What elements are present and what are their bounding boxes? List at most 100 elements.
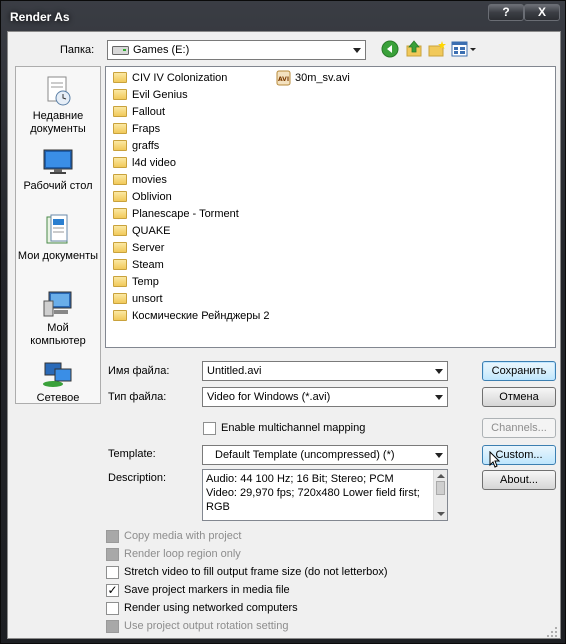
file-list[interactable]: CIV IV Colonization Evil Genius Fallout … <box>105 66 556 348</box>
template-dropdown[interactable]: Default Template (uncompressed) (*) <box>202 445 448 465</box>
folder-icon <box>113 208 127 219</box>
folder-name: Космические Рейнджеры 2 <box>132 310 270 322</box>
channels-button[interactable]: Channels... <box>482 418 556 438</box>
folder-icon <box>113 106 127 117</box>
folder-name: Evil Genius <box>132 89 188 101</box>
folder-icon <box>113 191 127 202</box>
option-label: Stretch video to fill output frame size … <box>124 566 388 578</box>
scroll-thumb[interactable] <box>436 481 445 495</box>
folder-name: Temp <box>132 276 159 288</box>
template-label: Template: <box>108 448 156 460</box>
title-bar[interactable]: Render As ? X <box>1 1 566 31</box>
place-desktop[interactable]: Рабочий стол <box>16 147 100 193</box>
save-button[interactable]: Сохранить <box>482 361 556 381</box>
my-computer-icon <box>43 291 72 317</box>
help-button[interactable]: ? <box>488 4 524 21</box>
cancel-button[interactable]: Отмена <box>482 387 556 407</box>
chevron-down-icon <box>435 395 443 400</box>
chevron-down-icon <box>435 453 443 458</box>
places-sidebar: Недавние документы Рабочий стол Мои доку… <box>15 66 101 404</box>
folder-icon <box>113 259 127 270</box>
network-icon <box>43 362 72 387</box>
folder-name: movies <box>132 174 167 186</box>
folder-name: l4d video <box>132 157 177 169</box>
my-documents-icon <box>46 214 68 244</box>
chevron-down-icon <box>435 369 443 374</box>
place-label: Мой <box>47 322 69 334</box>
option-label: Render using networked computers <box>124 602 298 614</box>
place-recent-documents[interactable]: Недавние документы <box>16 75 100 136</box>
template-value: Default Template (uncompressed) (*) <box>215 449 395 461</box>
folder-name: Fallout <box>132 106 166 118</box>
place-my-documents[interactable]: Мои документы <box>16 213 100 263</box>
place-network[interactable]: Сетевое <box>16 359 100 405</box>
folder-name: QUAKE <box>132 225 171 237</box>
filetype-dropdown[interactable]: Video for Windows (*.avi) <box>202 387 448 407</box>
description-scrollbar[interactable] <box>433 470 447 520</box>
location-dropdown[interactable]: Games (E:) <box>107 40 366 60</box>
place-label: компьютер <box>30 335 86 347</box>
checkbox-box[interactable] <box>106 548 119 561</box>
checkbox-box[interactable] <box>106 566 119 579</box>
folder-icon <box>113 242 127 253</box>
folder-icon <box>113 72 127 83</box>
checkbox-box[interactable] <box>203 422 216 435</box>
avi-badge: AVI <box>278 76 289 83</box>
dialog-client-area: Папка: Games (E:) Недавние документы Раб… <box>7 31 561 639</box>
about-button[interactable]: About... <box>482 470 556 490</box>
folder-icon <box>113 140 127 151</box>
window-title: Render As <box>10 10 70 24</box>
folder-name: Fraps <box>132 123 161 135</box>
avi-file-icon: AVI <box>276 70 291 86</box>
filename-value: Untitled.avi <box>207 365 262 377</box>
place-label: Недавние <box>32 110 84 122</box>
location-label: Папка: <box>60 44 95 56</box>
new-folder-icon[interactable] <box>428 40 446 58</box>
chevron-down-icon <box>353 48 361 53</box>
desktop-icon <box>43 149 73 174</box>
folder-name: CIV IV Colonization <box>132 72 228 84</box>
resize-grip-icon[interactable] <box>546 626 558 638</box>
close-button[interactable]: X <box>524 4 560 21</box>
checkbox-box[interactable]: ✓ <box>106 584 119 597</box>
dialog-window: Render As ? X Папка: Games (E:) Недавние… <box>0 0 566 644</box>
folder-icon <box>113 310 127 321</box>
multichannel-label: Enable multichannel mapping <box>221 422 366 434</box>
filename-label: Имя файла: <box>108 365 170 377</box>
scroll-down-icon[interactable] <box>437 511 445 517</box>
folder-icon <box>113 225 127 236</box>
option-label: Save project markers in media file <box>124 584 290 596</box>
folder-name: Steam <box>132 259 164 271</box>
location-value: Games (E:) <box>133 44 190 56</box>
filetype-label: Тип файла: <box>108 391 167 403</box>
folder-icon <box>113 293 127 304</box>
option-label: Copy media with project <box>124 530 242 542</box>
filename-input[interactable]: Untitled.avi <box>202 361 448 381</box>
checkbox-box[interactable] <box>106 620 119 633</box>
description-box[interactable]: Audio: 44 100 Hz; 16 Bit; Stereo; PCM Vi… <box>202 469 448 521</box>
folder-icon <box>113 123 127 134</box>
back-icon[interactable] <box>381 40 399 58</box>
folder-icon <box>113 174 127 185</box>
folder-name: Oblivion <box>132 191 172 203</box>
scroll-up-icon[interactable] <box>437 473 445 479</box>
option-label: Use project output rotation setting <box>124 620 289 632</box>
folder-name: unsort <box>132 293 163 305</box>
up-folder-icon[interactable] <box>405 40 423 58</box>
place-label: документы <box>30 123 86 135</box>
folder-name: Server <box>132 242 165 254</box>
mouse-cursor-icon <box>489 451 501 468</box>
view-menu-icon[interactable] <box>451 40 477 58</box>
option-label: Render loop region only <box>124 548 241 560</box>
place-label: Рабочий стол <box>23 180 93 192</box>
place-my-computer[interactable]: Мой компьютер <box>16 289 100 348</box>
checkbox-box[interactable] <box>106 530 119 543</box>
description-label: Description: <box>108 472 167 484</box>
checkbox-box[interactable] <box>106 602 119 615</box>
description-line: Video: 29,970 fps; 720x480 Lower field f… <box>206 487 420 499</box>
drive-icon <box>112 46 129 55</box>
description-line: RGB <box>206 501 230 513</box>
recent-documents-icon <box>47 76 71 106</box>
folder-name: Planescape - Torment <box>132 208 239 220</box>
description-text: Audio: 44 100 Hz; 16 Bit; Stereo; PCM Vi… <box>206 472 430 514</box>
